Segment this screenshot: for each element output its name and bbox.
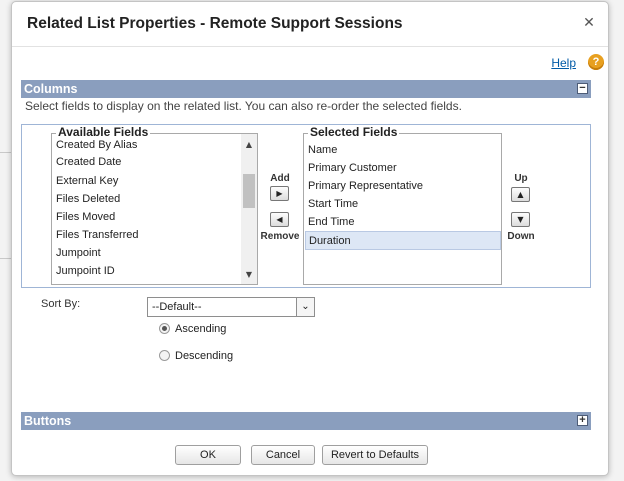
list-item[interactable]: Created Date — [56, 156, 121, 168]
list-item[interactable]: Files Deleted — [56, 193, 120, 205]
selected-fields-list[interactable]: Selected Fields Name Primary Customer Pr… — [303, 126, 502, 285]
descending-label: Descending — [175, 350, 234, 362]
descending-radio[interactable] — [159, 350, 170, 361]
buttons-section-title: Buttons — [24, 414, 72, 428]
collapse-icon[interactable]: − — [577, 83, 588, 94]
up-label: Up — [514, 173, 528, 184]
add-label: Add — [270, 173, 290, 184]
help-icon[interactable]: ? — [588, 54, 604, 70]
list-item[interactable]: End Time — [308, 216, 354, 228]
close-icon[interactable]: ✕ — [581, 15, 597, 31]
selected-fields-legend: Selected Fields — [308, 125, 400, 139]
expand-icon[interactable]: + — [577, 415, 588, 426]
list-item[interactable]: Name — [308, 144, 337, 156]
revert-to-defaults-button[interactable]: Revert to Defaults — [322, 445, 428, 465]
dialog-title: Related List Properties - Remote Support… — [27, 15, 403, 32]
list-item[interactable]: Jumpoint ID — [56, 265, 115, 277]
columns-description: Select fields to display on the related … — [25, 99, 462, 113]
columns-section-header: Columns − — [21, 80, 591, 98]
down-label: Down — [507, 231, 535, 242]
buttons-section-header[interactable]: Buttons + — [21, 412, 591, 430]
sort-by-value: --Default-- — [152, 301, 202, 313]
add-arrow-icon[interactable]: ▶ — [270, 186, 289, 201]
available-fields-scrollbar[interactable]: ▲ ▼ — [241, 134, 257, 284]
list-item[interactable]: Files Moved — [56, 211, 115, 223]
list-item[interactable]: Primary Customer — [308, 162, 397, 174]
ascending-radio[interactable] — [159, 323, 170, 334]
list-item-selected[interactable]: Duration — [305, 231, 501, 250]
available-fields-viewport: Created By Alias Created Date External K… — [52, 134, 241, 284]
list-item[interactable]: Files Transferred — [56, 229, 139, 241]
available-fields-list[interactable]: Available Fields Created By Alias Create… — [51, 126, 258, 285]
list-item[interactable]: Start Time — [308, 198, 358, 210]
sort-by-label: Sort By: — [41, 298, 81, 310]
chevron-down-icon[interactable]: ⌄ — [296, 297, 315, 317]
move-up-icon[interactable]: ▲ — [511, 187, 530, 202]
cancel-button[interactable]: Cancel — [251, 445, 315, 465]
list-item[interactable]: Created By Alias — [56, 139, 137, 151]
ascending-label: Ascending — [175, 323, 227, 335]
list-item[interactable]: Primary Representative — [308, 180, 423, 192]
columns-section-title: Columns — [24, 82, 78, 96]
remove-arrow-icon[interactable]: ◀ — [270, 212, 289, 227]
remove-label: Remove — [260, 231, 300, 242]
scroll-up-icon[interactable]: ▲ — [241, 138, 257, 152]
help-link[interactable]: Help — [551, 56, 576, 70]
scroll-thumb[interactable] — [243, 174, 255, 208]
dialog-header: Related List Properties - Remote Support… — [12, 2, 608, 47]
list-item[interactable]: External Key — [56, 175, 118, 187]
move-down-icon[interactable]: ▼ — [511, 212, 530, 227]
ok-button[interactable]: OK — [175, 445, 241, 465]
list-item[interactable]: Jumpoint — [56, 247, 101, 259]
sort-by-select[interactable]: --Default-- — [147, 297, 315, 317]
scroll-down-icon[interactable]: ▼ — [241, 268, 257, 282]
